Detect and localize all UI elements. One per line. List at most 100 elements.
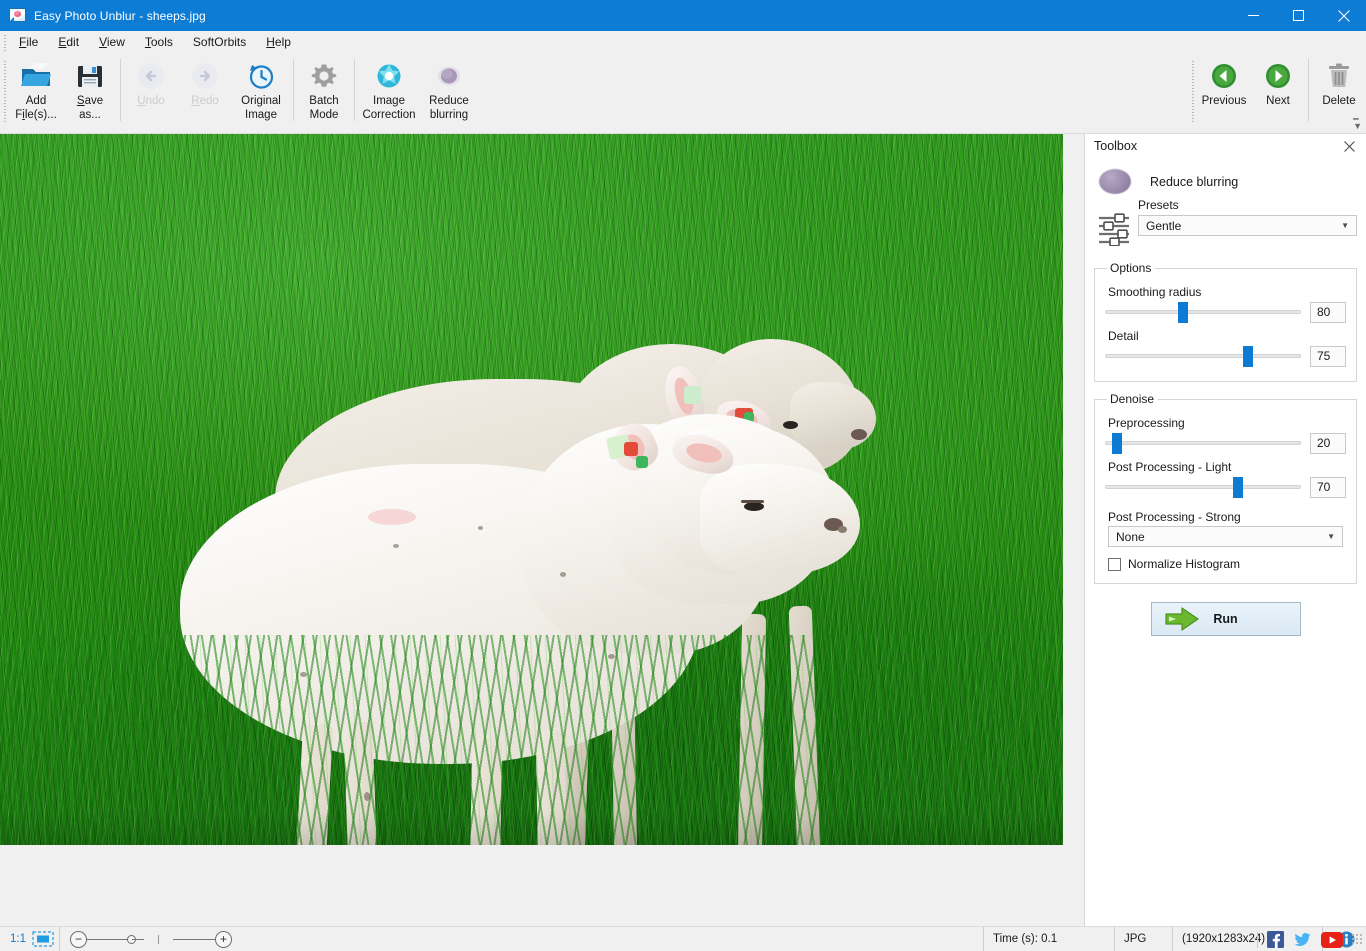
smoothing-radius-label: Smoothing radius	[1108, 285, 1346, 299]
detail-row: 75	[1105, 345, 1346, 367]
detail-value[interactable]: 75	[1310, 346, 1346, 367]
preprocessing-row: 20	[1105, 432, 1346, 454]
undo-button[interactable]: Undo	[124, 55, 178, 127]
close-button[interactable]	[1321, 0, 1366, 31]
menu-item-edit[interactable]: Edit	[48, 32, 89, 53]
youtube-icon[interactable]	[1321, 931, 1343, 948]
toolbar-grip-handle[interactable]	[0, 55, 9, 129]
active-tool-header: Reduce blurring	[1094, 169, 1357, 194]
options-group: Options Smoothing radius 80 Detail	[1094, 261, 1357, 382]
post-processing-light-slider[interactable]	[1105, 476, 1301, 498]
preprocessing-value[interactable]: 20	[1310, 433, 1346, 454]
status-time: Time (s): 0.1	[983, 927, 1115, 951]
minimize-button[interactable]	[1231, 0, 1276, 31]
normalize-histogram-checkbox[interactable]	[1108, 558, 1121, 571]
slider-thumb[interactable]	[1233, 477, 1243, 498]
original-image-label-line1: Original	[240, 94, 282, 108]
original-image-label-line2: Image	[244, 108, 278, 122]
photo-bottom-shade	[0, 811, 1063, 845]
zoom-center-tick	[158, 935, 159, 944]
open-folder-icon	[19, 60, 53, 92]
toolbar-separator-3	[354, 59, 355, 121]
image-correction-label-line2: Correction	[361, 108, 416, 122]
redo-button[interactable]: Redo	[178, 55, 232, 127]
image-canvas-pane[interactable]	[0, 134, 1084, 926]
post-processing-strong-select[interactable]: None ▼	[1108, 526, 1343, 547]
batch-mode-label-line1: Batch	[308, 94, 339, 108]
floppy-disk-icon	[73, 60, 107, 92]
menu-item-file[interactable]: FFileile	[9, 32, 48, 53]
run-button-wrap: Run	[1094, 602, 1357, 636]
delete-label: Delete	[1321, 94, 1356, 108]
run-button-label: Run	[1152, 612, 1300, 626]
reduce-blurring-label-line1: Reduce	[428, 94, 470, 108]
toolbar-separator-4	[1308, 59, 1309, 121]
zoom-slider[interactable]: − +	[60, 931, 242, 948]
next-button[interactable]: Next	[1251, 55, 1305, 127]
post-processing-strong-label: Post Processing - Strong	[1108, 510, 1346, 524]
post-processing-light-label: Post Processing - Light	[1108, 460, 1346, 474]
smoothing-radius-value[interactable]: 80	[1310, 302, 1346, 323]
window-title: Easy Photo Unblur - sheeps.jpg	[34, 9, 206, 23]
status-bar: 1:1 − + Time (s): 0.1 JPG (1920x12	[0, 926, 1366, 951]
twitter-icon[interactable]	[1294, 931, 1311, 948]
facebook-icon[interactable]	[1267, 931, 1284, 948]
next-label: Next	[1265, 94, 1291, 108]
menu-grip-handle[interactable]	[0, 31, 9, 55]
zoom-out-button[interactable]: −	[70, 931, 87, 948]
zoom-ratio-label: 1:1	[0, 933, 32, 945]
title-bar: Easy Photo Unblur - sheeps.jpg	[0, 0, 1366, 31]
zoom-track-left	[87, 939, 131, 940]
fit-to-screen-icon[interactable]	[32, 931, 54, 947]
photo-flower-icon	[9, 8, 26, 23]
zoom-slider-cell: − +	[59, 927, 242, 951]
active-tool-name: Reduce blurring	[1150, 175, 1238, 189]
toolbar: Add File(s)... Save as...	[0, 55, 1366, 134]
run-button[interactable]: Run	[1151, 602, 1301, 636]
maximize-button[interactable]	[1276, 0, 1321, 31]
save-as-button[interactable]: Save as...	[63, 55, 117, 127]
slider-thumb[interactable]	[1112, 433, 1122, 454]
ribbon-expander-icon[interactable]: ━▼	[1353, 116, 1362, 130]
toolbox-body: Reduce blurring	[1085, 169, 1366, 636]
original-image-button[interactable]: Original Image	[232, 55, 290, 127]
photo-preview[interactable]	[0, 134, 1063, 845]
slider-thumb[interactable]	[1178, 302, 1188, 323]
smoothing-radius-slider[interactable]	[1105, 301, 1301, 323]
presets-row: Presets Gentle ▼	[1094, 198, 1357, 251]
save-as-label-line2: as...	[78, 108, 102, 122]
menu-item-softorbits[interactable]: SoftOrbits	[183, 32, 256, 53]
redo-arrow-icon	[188, 60, 222, 92]
post-processing-light-value[interactable]: 70	[1310, 477, 1346, 498]
toolbar-right-grip[interactable]	[1188, 55, 1197, 129]
sliders-icon	[1094, 198, 1138, 251]
preprocessing-slider[interactable]	[1105, 432, 1301, 454]
toolbar-separator-2	[293, 59, 294, 121]
presets-label: Presets	[1138, 198, 1357, 212]
menu-item-help[interactable]: Help	[256, 32, 301, 53]
toolbox-close-icon[interactable]	[1340, 137, 1358, 155]
zoom-track-mid	[132, 939, 144, 940]
reduce-blurring-button[interactable]: Reduce blurring	[420, 55, 478, 127]
post-processing-light-row: 70	[1105, 476, 1346, 498]
resize-grip[interactable]	[1351, 933, 1364, 946]
slider-thumb[interactable]	[1243, 346, 1253, 367]
image-correction-label-line1: Image	[372, 94, 406, 108]
zoom-in-button[interactable]: +	[215, 931, 232, 948]
undo-arrow-icon	[134, 60, 168, 92]
chevron-down-icon: ▼	[1327, 533, 1338, 541]
slider-track	[1105, 354, 1301, 358]
detail-slider[interactable]	[1105, 345, 1301, 367]
batch-mode-button[interactable]: Batch Mode	[297, 55, 351, 127]
normalize-histogram-row[interactable]: Normalize Histogram	[1108, 557, 1346, 571]
detail-label: Detail	[1108, 329, 1346, 343]
smoothing-radius-row: 80	[1105, 301, 1346, 323]
menu-item-view[interactable]: View	[89, 32, 135, 53]
presets-select[interactable]: Gentle ▼	[1138, 215, 1357, 236]
add-files-button[interactable]: Add File(s)...	[9, 55, 63, 127]
toolbox-panel: Toolbox Reduce blurring	[1084, 134, 1366, 926]
status-format: JPG	[1115, 927, 1173, 951]
menu-item-tools[interactable]: Tools	[135, 32, 183, 53]
image-correction-button[interactable]: Image Correction	[358, 55, 420, 127]
previous-button[interactable]: Previous	[1197, 55, 1251, 127]
